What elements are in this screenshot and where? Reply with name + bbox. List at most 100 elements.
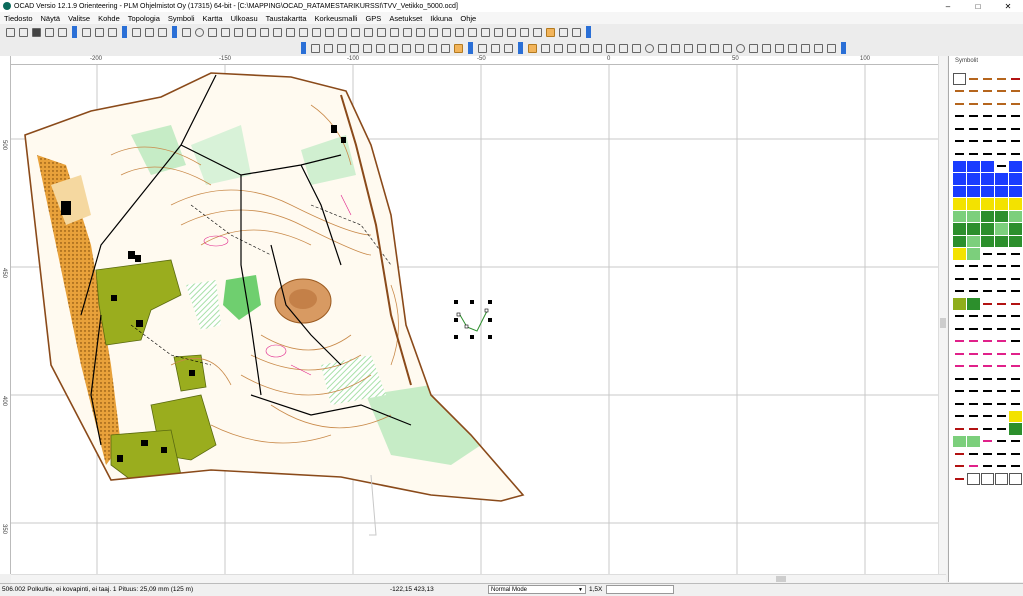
symbol-swatch[interactable] [1009,223,1022,235]
symbol-swatch[interactable] [953,110,966,122]
tool-icon[interactable] [221,27,230,37]
symbol-swatch[interactable] [1009,373,1022,385]
symbol-swatch[interactable] [1009,348,1022,360]
menu-topologia[interactable]: Topologia [124,14,164,23]
symbol-swatch[interactable] [953,435,966,447]
tool-icon[interactable] [468,27,477,37]
symbol-swatch[interactable] [1009,148,1022,160]
symbol-swatch[interactable] [1009,460,1022,472]
symbol-swatch[interactable] [953,248,966,260]
symbol-swatch[interactable] [967,223,980,235]
symbol-swatch[interactable] [1009,135,1022,147]
toolbar-grip[interactable] [468,42,473,54]
symbol-swatch[interactable] [967,435,980,447]
tool-icon[interactable] [801,43,810,53]
symbol-swatch[interactable] [995,348,1008,360]
symbol-swatch[interactable] [1009,273,1022,285]
tool-icon[interactable] [234,27,243,37]
tool-icon[interactable] [325,27,334,37]
symbol-swatch[interactable] [995,110,1008,122]
symbol-swatch[interactable] [995,235,1008,247]
symbol-swatch[interactable] [953,298,966,310]
tool-icon[interactable] [606,43,615,53]
menu-ikkuna[interactable]: Ikkuna [426,14,456,23]
tool-icon[interactable] [559,27,568,37]
close-button[interactable]: ✕ [993,0,1023,12]
symbol-swatch[interactable] [1009,185,1022,197]
horizontal-scroll-thumb[interactable] [776,576,786,582]
symbol-swatch[interactable] [967,298,980,310]
zoom-icon[interactable] [363,43,372,53]
symbol-swatch[interactable] [953,410,966,422]
symbol-swatch[interactable] [1009,173,1022,185]
symbol-swatch[interactable] [981,398,994,410]
symbol-swatch[interactable] [981,185,994,197]
symbol-swatch[interactable] [967,185,980,197]
symbol-swatch[interactable] [1009,198,1022,210]
symbol-swatch[interactable] [953,398,966,410]
symbol-swatch[interactable] [953,423,966,435]
symbol-swatch[interactable] [995,335,1008,347]
symbol-swatch[interactable] [995,210,1008,222]
zoom-icon[interactable] [389,43,398,53]
print-icon[interactable] [45,27,54,37]
symbol-swatch[interactable] [995,185,1008,197]
symbol-swatch[interactable] [953,210,966,222]
vertical-scroll-thumb[interactable] [940,318,946,328]
symbol-swatch[interactable] [981,348,994,360]
symbol-swatch[interactable] [981,148,994,160]
symbol-swatch[interactable] [967,235,980,247]
symbol-swatch[interactable] [1009,235,1022,247]
tool-icon[interactable] [572,27,581,37]
symbol-swatch[interactable] [953,185,966,197]
symbol-swatch[interactable] [967,460,980,472]
symbol-swatch[interactable] [995,260,1008,272]
symbol-swatch[interactable] [995,123,1008,135]
symbol-swatch[interactable] [995,223,1008,235]
symbol-swatch[interactable] [981,73,994,85]
symbol-swatch[interactable] [967,135,980,147]
symbol-swatch[interactable] [981,360,994,372]
symbol-swatch[interactable] [981,260,994,272]
toolbar-grip[interactable] [301,42,306,54]
symbol-swatch[interactable] [1009,448,1022,460]
symbol-swatch[interactable] [953,273,966,285]
symbol-swatch[interactable] [981,98,994,110]
symbol-swatch[interactable] [953,385,966,397]
tool-icon[interactable] [351,27,360,37]
symbol-swatch[interactable] [981,373,994,385]
symbol-swatch[interactable] [967,148,980,160]
menu-nayta[interactable]: Näytä [37,14,65,23]
tool-icon[interactable] [429,27,438,37]
symbol-swatch[interactable] [981,423,994,435]
maximize-button[interactable]: □ [963,0,993,12]
symbol-swatch[interactable] [995,423,1008,435]
symbol-swatch[interactable] [953,235,966,247]
symbol-swatch[interactable] [981,410,994,422]
symbol-swatch[interactable] [995,85,1008,97]
horizontal-scrollbar[interactable] [11,574,946,583]
symbol-swatch[interactable] [967,335,980,347]
symbol-swatch[interactable] [967,85,980,97]
symbol-swatch[interactable] [967,360,980,372]
tool-icon[interactable] [658,43,667,53]
symbol-swatch[interactable] [995,98,1008,110]
symbol-swatch[interactable] [995,460,1008,472]
symbol-swatch[interactable] [967,123,980,135]
tool-icon[interactable] [671,43,680,53]
symbol-swatch[interactable] [995,73,1008,85]
minimize-button[interactable]: – [933,0,963,12]
symbol-swatch[interactable] [1009,423,1022,435]
symbol-swatch[interactable] [981,448,994,460]
symbol-swatch[interactable] [995,448,1008,460]
menu-kartta[interactable]: Kartta [199,14,227,23]
symbol-swatch[interactable] [981,435,994,447]
symbol-swatch[interactable] [953,160,966,172]
tool-icon[interactable] [749,43,758,53]
symbol-swatch[interactable] [953,460,966,472]
symbol-swatch[interactable] [981,310,994,322]
tool-icon[interactable] [723,43,732,53]
tool-icon[interactable] [338,27,347,37]
toolbar-grip[interactable] [841,42,846,54]
tool-icon[interactable] [580,43,589,53]
